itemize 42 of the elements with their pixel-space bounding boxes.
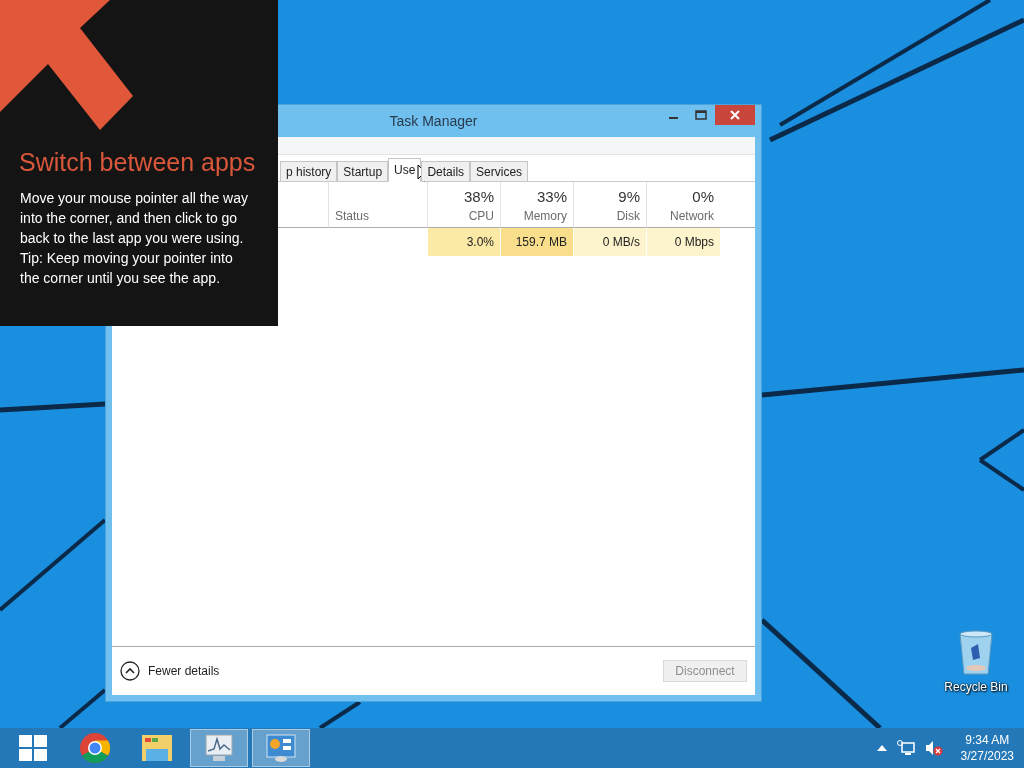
- network-icon[interactable]: [896, 740, 915, 756]
- close-button[interactable]: [715, 105, 755, 125]
- arrow-icon: [0, 0, 135, 132]
- table-cell: 159.7 MB: [500, 228, 573, 256]
- column-header[interactable]: Network: [653, 209, 714, 223]
- tab[interactable]: p history: [280, 161, 338, 181]
- column-percent: 0%: [691, 188, 714, 205]
- monitor-chart-icon: [203, 733, 235, 763]
- windows-logo-icon: [19, 734, 47, 762]
- minimize-icon: [668, 117, 678, 119]
- tab[interactable]: Startup: [337, 161, 389, 181]
- taskbar-app-button[interactable]: [190, 729, 248, 767]
- window-title: Task Manager: [389, 113, 478, 129]
- table-cell: 3.0%: [427, 228, 500, 256]
- clock[interactable]: 9:34 AM 3/27/2023: [960, 732, 1014, 764]
- desktop-icon-label[interactable]: Recycle Bin: [944, 680, 1008, 694]
- column-header[interactable]: Memory: [507, 209, 567, 223]
- column-percent: 38%: [462, 188, 494, 205]
- fewer-details-toggle[interactable]: Fewer details: [120, 661, 220, 681]
- column-header[interactable]: Status: [335, 209, 421, 223]
- folder-icon: [141, 733, 173, 763]
- maximize-icon: [695, 110, 707, 120]
- recycle-bin-icon[interactable]: [958, 630, 994, 676]
- close-icon: [730, 110, 740, 120]
- chrome-icon: [79, 732, 111, 764]
- column-percent: 33%: [535, 188, 567, 205]
- tip-text: Move your mouse pointer all the way into the corner, and then click to go back to the last app you were using. Tip: Keep moving your pointer into the corner until you see the app.: [20, 189, 249, 288]
- column-percent: 9%: [617, 188, 640, 205]
- tab[interactable]: Services: [470, 161, 529, 181]
- speaker-muted-icon[interactable]: [924, 740, 943, 756]
- table-cell: 0 Mbps: [646, 228, 720, 256]
- table-cell: 0 MB/s: [573, 228, 646, 256]
- taskbar-app-button[interactable]: [252, 729, 310, 767]
- chevron-up-circle-icon: [120, 661, 140, 681]
- column-header[interactable]: CPU: [434, 209, 494, 223]
- control-panel-icon: [265, 733, 297, 763]
- toggle-label: Fewer details: [148, 664, 220, 678]
- tab[interactable]: Details: [421, 161, 471, 181]
- column-header[interactable]: Disk: [580, 209, 640, 223]
- tip-title: Switch between apps: [19, 148, 256, 177]
- tab[interactable]: Use: [388, 158, 422, 182]
- caret-up-icon[interactable]: [876, 745, 887, 751]
